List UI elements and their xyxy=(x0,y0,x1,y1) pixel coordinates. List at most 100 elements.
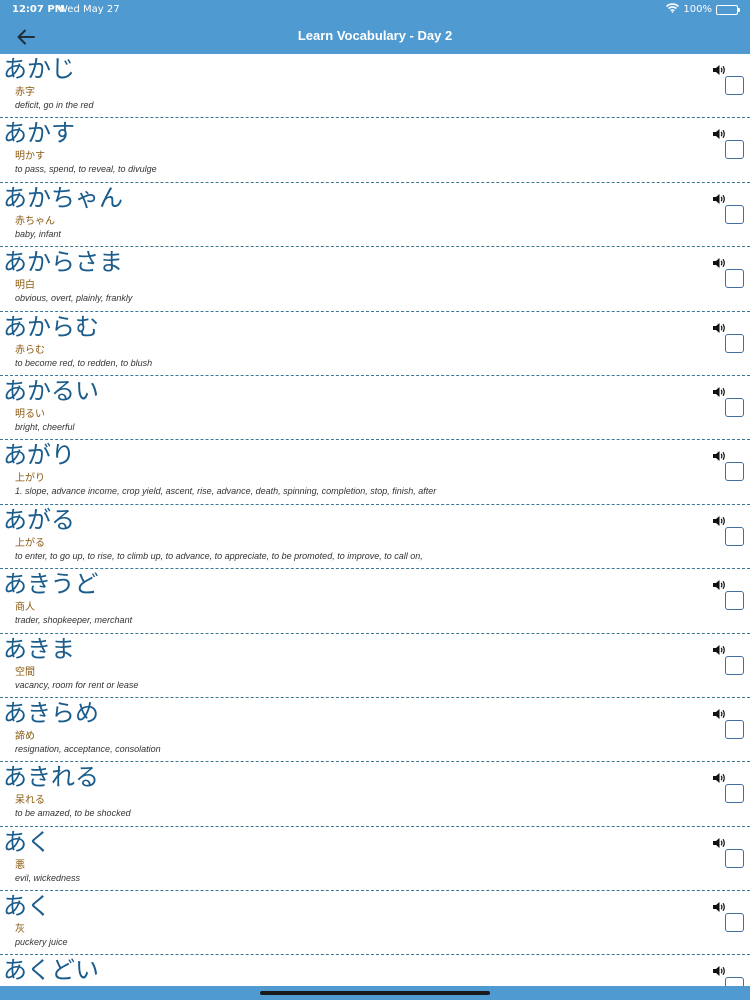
learned-checkbox[interactable] xyxy=(725,848,744,868)
speaker-icon[interactable] xyxy=(712,772,726,784)
learned-checkbox[interactable] xyxy=(725,913,744,933)
word-meaning: deficit, go in the red xyxy=(15,100,94,110)
word-kanji: 諦め xyxy=(15,730,35,742)
list-item[interactable]: あく悪 evil, wickedness xyxy=(0,827,750,892)
learned-checkbox[interactable] xyxy=(725,591,744,611)
word-kanji: 明るい xyxy=(15,408,45,420)
word-kanji: 空間 xyxy=(15,666,35,678)
page-title: Learn Vocabulary - Day 2 xyxy=(297,28,453,43)
word-meaning: evil, wickedness xyxy=(15,872,81,883)
speaker-icon[interactable] xyxy=(712,322,726,334)
word-kanji: 赤ちゃん xyxy=(15,215,55,227)
word-meaning: puckery juice xyxy=(15,937,68,948)
word-kana: あかす xyxy=(3,119,75,148)
speaker-icon[interactable] xyxy=(712,579,726,591)
word-kanji: 上がる xyxy=(15,537,45,549)
learned-checkbox[interactable] xyxy=(725,655,744,675)
word-kana: あきま xyxy=(3,634,75,663)
learned-checkbox[interactable] xyxy=(725,397,744,417)
speaker-icon[interactable] xyxy=(712,450,726,462)
word-meaning: to be amazed, to be shocked xyxy=(15,808,131,819)
word-kanji: 赤字 xyxy=(15,87,35,98)
word-kanji: 明白 xyxy=(15,280,35,292)
word-kana: あからさま xyxy=(3,248,123,277)
learned-checkbox[interactable] xyxy=(725,140,744,160)
word-meaning: vacancy, room for rent or lease xyxy=(15,679,139,690)
speaker-icon[interactable] xyxy=(712,386,726,398)
word-meaning: 1. slope, advance income, crop yield, as… xyxy=(15,486,437,497)
bottom-bar xyxy=(0,986,750,1000)
list-item[interactable]: あかじ赤字 deficit, go in the red xyxy=(0,54,750,119)
word-kanji: 赤らむ xyxy=(15,344,45,356)
vocabulary-list[interactable]: あかじ赤字 deficit, go in the red あかす明かす to pass… xyxy=(0,54,750,986)
list-item[interactable]: あがる上がる to enter, to go up, to rise, to cl… xyxy=(0,505,750,570)
word-kanji: 商人 xyxy=(15,602,35,614)
speaker-icon[interactable] xyxy=(712,128,726,140)
learned-checkbox[interactable] xyxy=(725,269,744,289)
list-item[interactable]: あくどい xyxy=(0,955,750,986)
status-time: 12:07 PM xyxy=(12,4,65,15)
word-meaning: trader, shopkeeper, merchant xyxy=(15,615,133,626)
word-kana: あがる xyxy=(3,505,75,534)
learned-checkbox[interactable] xyxy=(725,204,744,224)
speaker-icon[interactable] xyxy=(712,193,726,205)
word-meaning: to become red, to redden, to blush xyxy=(15,357,153,368)
word-kana: あがり xyxy=(3,441,75,470)
learned-checkbox[interactable] xyxy=(725,76,744,95)
word-kana: あくどい xyxy=(3,956,99,985)
word-meaning: bright, cheerful xyxy=(15,421,75,432)
list-item[interactable]: あかるい明るい bright, cheerful xyxy=(0,376,750,441)
list-item[interactable]: あきれる呆れる to be amazed, to be shocked xyxy=(0,762,750,827)
learned-checkbox[interactable] xyxy=(725,977,744,986)
speaker-icon[interactable] xyxy=(712,257,726,269)
list-item[interactable]: あかす明かす to pass, spend, to reveal, to divu… xyxy=(0,118,750,183)
list-item[interactable]: あきま空間 vacancy, room for rent or lease xyxy=(0,634,750,698)
list-item[interactable]: あからむ赤らむ to become red, to redden, to blus… xyxy=(0,312,750,376)
list-item[interactable]: あかちゃん赤ちゃん baby, infant xyxy=(0,183,750,248)
word-meaning: to enter, to go up, to rise, to climb up… xyxy=(15,550,423,561)
speaker-icon[interactable] xyxy=(712,644,726,656)
speaker-icon[interactable] xyxy=(712,64,726,76)
battery-icon xyxy=(716,4,740,15)
nav-bar: Learn Vocabulary - Day 2 xyxy=(0,20,750,54)
word-kanji: 悪 xyxy=(15,859,25,871)
battery-percent: 100% xyxy=(683,4,712,15)
home-indicator[interactable] xyxy=(260,991,490,995)
word-kana: あく xyxy=(3,892,51,921)
list-item[interactable]: あからさま明白 obvious, overt, plainly, frankly xyxy=(0,247,750,312)
list-item[interactable]: あきうど商人 trader, shopkeeper, merchant xyxy=(0,569,750,634)
status-date: Wed May 27 xyxy=(58,4,120,15)
word-kana: あきうど xyxy=(3,570,99,599)
speaker-icon[interactable] xyxy=(712,965,726,977)
status-right: 100% xyxy=(666,3,740,16)
list-item[interactable]: あがり上がり 1. slope, advance income, crop yie… xyxy=(0,440,750,505)
word-kanji: 明かす xyxy=(15,151,45,163)
word-kana: あかじ xyxy=(3,55,75,83)
word-meaning: resignation, acceptance, consolation xyxy=(15,743,161,754)
speaker-icon[interactable] xyxy=(712,837,726,849)
word-kana: あきらめ xyxy=(3,698,99,727)
speaker-icon[interactable] xyxy=(712,515,726,527)
word-kana: あかるい xyxy=(3,376,99,405)
word-meaning: baby, infant xyxy=(15,228,61,239)
word-kana: あからむ xyxy=(3,312,99,341)
word-kanji: 灰 xyxy=(15,924,25,936)
learned-checkbox[interactable] xyxy=(725,462,744,482)
learned-checkbox[interactable] xyxy=(725,784,744,804)
word-kanji: 呆れる xyxy=(15,795,45,807)
list-item[interactable]: あく灰 puckery juice xyxy=(0,891,750,956)
status-bar: 12:07 PM Wed May 27 100% xyxy=(0,0,750,20)
word-kanji: 上がり xyxy=(15,473,45,485)
word-meaning: to pass, spend, to reveal, to divulge xyxy=(15,164,157,175)
list-item[interactable]: あきらめ諦め resignation, acceptance, consolati… xyxy=(0,698,750,763)
word-kana: あく xyxy=(3,827,51,856)
word-kana: あかちゃん xyxy=(3,183,123,212)
word-meaning: obvious, overt, plainly, frankly xyxy=(15,293,133,304)
speaker-icon[interactable] xyxy=(712,901,726,913)
learned-checkbox[interactable] xyxy=(725,719,744,739)
speaker-icon[interactable] xyxy=(712,708,726,720)
word-kana: あきれる xyxy=(3,763,99,792)
learned-checkbox[interactable] xyxy=(725,333,744,353)
wifi-icon xyxy=(666,3,680,16)
learned-checkbox[interactable] xyxy=(725,526,744,546)
